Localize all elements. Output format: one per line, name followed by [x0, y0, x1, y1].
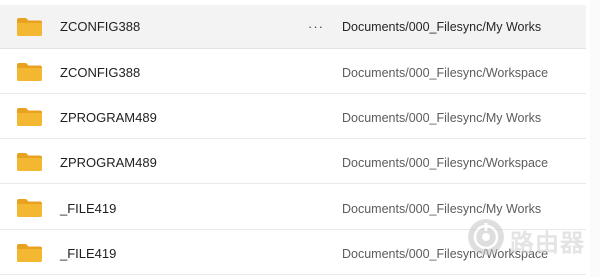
file-name: ZPROGRAM489 [60, 110, 157, 125]
file-name: ZPROGRAM489 [60, 155, 157, 170]
file-row[interactable]: ZPROGRAM489 Documents/000_Filesync/My Wo… [0, 95, 586, 139]
watermark-text: 路由器 [510, 229, 585, 257]
folder-icon [16, 152, 43, 172]
watermark: 路由器 [468, 207, 598, 267]
file-path: Documents/000_Filesync/Workspace [342, 66, 549, 80]
more-options-button[interactable]: ··· [306, 19, 326, 35]
folder-icon [16, 17, 43, 37]
folder-icon [16, 62, 43, 82]
file-name: ZCONFIG388 [60, 65, 141, 80]
file-path: Documents/000_Filesync/My Works [342, 111, 542, 125]
file-row[interactable]: ZCONFIG388 Documents/000_Filesync/Worksp… [0, 50, 586, 94]
folder-icon [16, 243, 43, 263]
file-name: _FILE419 [60, 246, 117, 261]
file-name: ZCONFIG388 [60, 19, 141, 34]
file-name: _FILE419 [60, 201, 117, 216]
folder-icon [16, 198, 43, 218]
file-row[interactable]: ZCONFIG388 ··· Documents/000_Filesync/My… [0, 5, 586, 49]
folder-icon [16, 107, 43, 127]
file-list: ZCONFIG388 ··· Documents/000_Filesync/My… [0, 0, 600, 277]
file-row[interactable]: ZPROGRAM489 Documents/000_Filesync/Works… [0, 140, 586, 184]
file-path: Documents/000_Filesync/Workspace [342, 156, 549, 170]
router-logo-icon [468, 219, 504, 255]
file-path: Documents/000_Filesync/My Works [342, 20, 542, 34]
